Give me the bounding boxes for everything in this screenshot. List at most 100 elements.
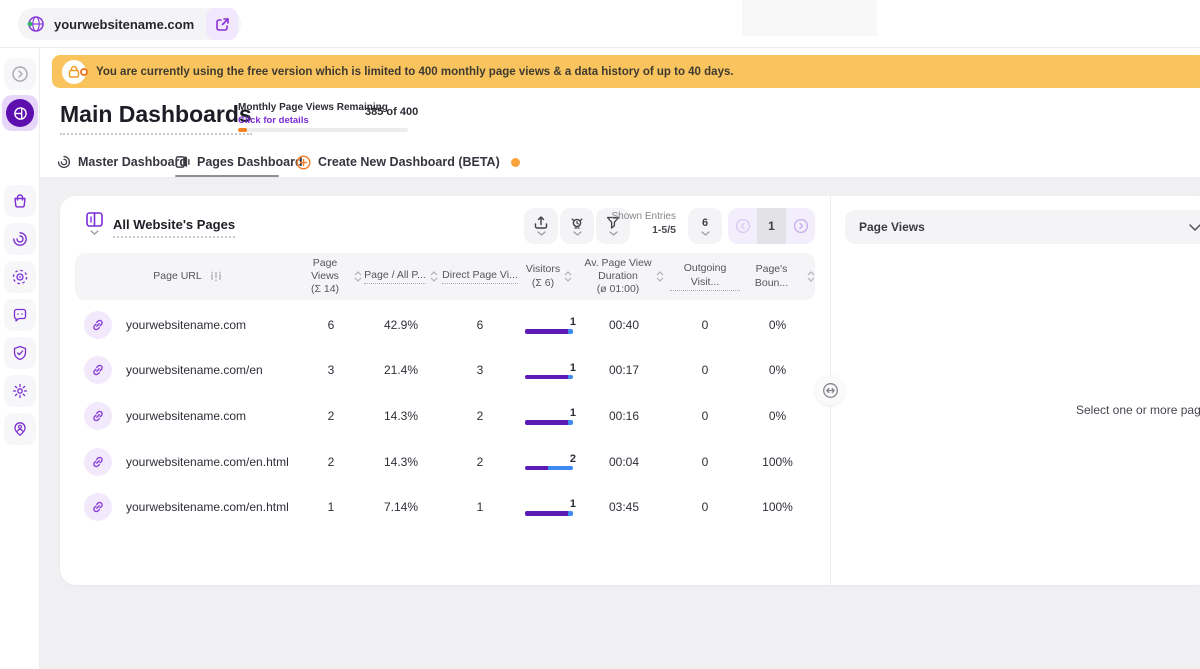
column-header-page-url[interactable]: Page URL [75, 270, 300, 283]
visitors-bar-purple [525, 329, 568, 334]
outgoing-value: 0 [670, 500, 740, 514]
table-row[interactable]: yourwebsitename.com/en 3 21.4% 3 1 00:17… [75, 348, 815, 394]
page-url: yourwebsitename.com/en [126, 363, 263, 377]
page-link-button[interactable] [84, 448, 112, 476]
sidebar-item-privacy[interactable] [4, 337, 36, 369]
chevron-down-icon [701, 231, 710, 236]
page-url: yourwebsitename.com/en.html [126, 455, 289, 469]
page-share-value: 14.3% [362, 455, 440, 469]
topbar-placeholder [742, 0, 877, 36]
sidebar-collapse-button[interactable] [4, 58, 36, 90]
column-header-bounce[interactable]: Page's Boun... [740, 263, 815, 289]
sidebar-item-behaviour[interactable] [4, 223, 36, 255]
direct-views-value: 2 [440, 455, 520, 469]
chevron-down-icon [1189, 224, 1200, 231]
shown-entries-label: Shown Entries [596, 211, 676, 222]
alerts-button[interactable] [560, 208, 594, 244]
tab-master-dashboard[interactable]: Master Dashboard [57, 147, 187, 177]
table-row[interactable]: yourwebsitename.com/en.html 2 14.3% 2 2 … [75, 439, 815, 485]
shield-check-icon [12, 345, 28, 361]
visitors-cell: 1 [520, 498, 578, 516]
pagination-current-page[interactable]: 1 [757, 208, 786, 244]
avg-duration-value: 03:45 [578, 500, 670, 514]
pagination-prev-button[interactable] [728, 208, 757, 244]
column-header-visitors[interactable]: Visitors(Σ 6) [520, 263, 578, 289]
avg-duration-value: 00:17 [578, 363, 670, 377]
visitors-bar-purple [525, 511, 568, 516]
page-link-button[interactable] [84, 402, 112, 430]
avg-duration-value: 00:16 [578, 409, 670, 423]
tab-pages-dashboard[interactable]: Pages Dashboard [175, 147, 303, 177]
visitors-cell: 1 [520, 316, 578, 334]
widget-menu-button[interactable] [86, 212, 103, 235]
visitors-value: 2 [525, 453, 576, 465]
master-dashboard-icon [57, 155, 71, 169]
pagination-next-button[interactable] [786, 208, 815, 244]
table-row[interactable]: yourwebsitename.com/en.html 1 7.14% 1 1 … [75, 484, 815, 530]
free-version-banner-text: You are currently using the free version… [96, 66, 734, 78]
column-label: Page Views(Σ 14) [300, 257, 350, 296]
visitors-bar-purple [525, 375, 568, 380]
direct-views-value: 6 [440, 318, 520, 332]
column-header-page-views[interactable]: Page Views(Σ 14) [300, 257, 362, 296]
visitors-bar-blue [568, 420, 573, 425]
page-size-value: 6 [702, 217, 708, 229]
visitors-cell: 1 [520, 362, 578, 380]
sidebar-item-location[interactable] [4, 413, 36, 445]
panel-resize-handle[interactable] [815, 375, 845, 405]
table-row[interactable]: yourwebsitename.com 6 42.9% 6 1 00:40 0 … [75, 302, 815, 348]
shown-entries-value: 1-5/5 [596, 224, 676, 236]
visitors-bar [525, 420, 573, 425]
collapse-arrow-icon [11, 65, 29, 83]
page-link-button[interactable] [84, 493, 112, 521]
avg-duration-value: 00:04 [578, 455, 670, 469]
page-link-button[interactable] [84, 356, 112, 384]
sidebar-item-feedback[interactable] [4, 299, 36, 331]
sidebar-item-visitors[interactable] [4, 261, 36, 293]
bounce-value: 100% [740, 500, 815, 514]
tab-label: Create New Dashboard (BETA) [318, 155, 500, 169]
website-globe-icon [26, 14, 46, 34]
visitors-bar-purple [525, 420, 568, 425]
outgoing-value: 0 [670, 455, 740, 469]
pagination: 1 [728, 208, 815, 244]
sidebar-item-dashboards[interactable] [2, 95, 38, 131]
dashboard-pie-icon [6, 99, 34, 127]
quota-value: 385 of 400 [365, 106, 418, 118]
page-link-button[interactable] [84, 311, 112, 339]
column-header-avg-duration[interactable]: Av. Page ViewDuration(ø 01:00) [578, 257, 670, 296]
visitors-bar-purple [525, 466, 548, 471]
plus-circle-icon [296, 155, 311, 170]
visitors-value: 1 [525, 407, 576, 419]
lock-icon [62, 60, 86, 84]
column-header-page-share[interactable]: Page / All P... [362, 269, 440, 284]
column-label: Page URL [153, 270, 201, 283]
external-link-icon [215, 17, 230, 32]
quota-progress-fill [238, 128, 247, 132]
alarm-bell-icon [570, 216, 584, 229]
sort-icon [656, 271, 664, 282]
avg-duration-value: 00:40 [578, 318, 670, 332]
sidebar-item-ecommerce[interactable] [4, 185, 36, 217]
pages-dashboard-icon [175, 155, 190, 169]
open-website-button[interactable] [206, 8, 238, 40]
empty-selection-message: Select one or more pages to v [1076, 403, 1200, 417]
sidebar-item-settings[interactable] [4, 375, 36, 407]
bounce-value: 0% [740, 318, 815, 332]
sidebar [0, 48, 40, 669]
website-domain-label: yourwebsitename.com [54, 17, 194, 32]
column-header-outgoing[interactable]: Outgoing Visit... [670, 262, 740, 290]
page-size-selector[interactable]: 6 [688, 208, 722, 244]
page-views-dropdown[interactable]: Page Views [845, 210, 1200, 244]
card-title: All Website's Pages [113, 217, 235, 238]
tab-create-new-dashboard[interactable]: Create New Dashboard (BETA) [296, 147, 520, 177]
export-button[interactable] [524, 208, 558, 244]
column-header-direct-views[interactable]: Direct Page Vi... [440, 269, 520, 284]
page-share-value: 7.14% [362, 500, 440, 514]
quota-details-link[interactable]: Click for details [238, 115, 309, 126]
visitors-value: 1 [525, 316, 576, 328]
free-version-banner: You are currently using the free version… [52, 55, 1200, 88]
direct-views-value: 2 [440, 409, 520, 423]
table-row[interactable]: yourwebsitename.com 2 14.3% 2 1 00:16 0 … [75, 393, 815, 439]
page-url: yourwebsitename.com/en.html [126, 500, 289, 514]
